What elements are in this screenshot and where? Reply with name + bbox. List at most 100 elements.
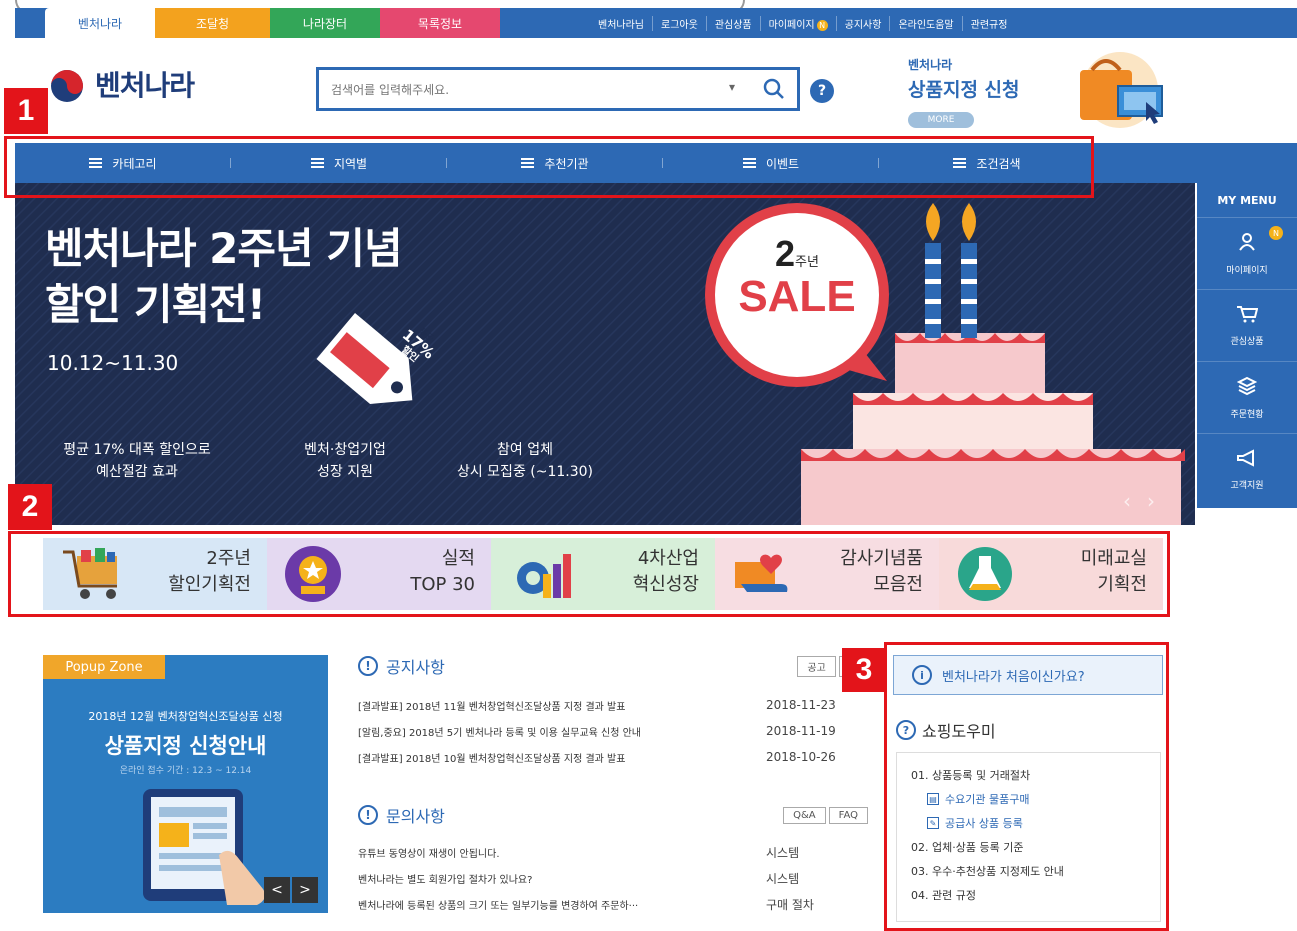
popup-subtitle: 2018년 12월 벤처창업혁신조달상품 신청 [88,710,283,723]
inquiry-row[interactable]: 유튜브 동영상이 재생이 안됩니다. 시스템 [358,839,868,865]
sale-years-unit: 주년 [795,255,819,270]
my-menu-wishlist[interactable]: 관심상품 [1197,289,1297,361]
online-help-link[interactable]: 온라인도움말 [889,15,961,31]
site-tabs: 벤처나라 조달청 나라장터 목록정보 [45,8,500,38]
new-badge: N [816,19,828,31]
banner-feature-1-line1: 평균 17% 대폭 할인으로 [63,442,211,458]
popup-period: 온라인 접수 기간 : 12.3 ~ 12.14 [119,766,252,776]
inquiry-row[interactable]: 벤처나라는 별도 회원가입 절차가 있나요? 시스템 [358,865,868,891]
notice-row[interactable]: [결과발표] 2018년 10월 벤처창업혁신조달상품 지정 결과 발표 201… [358,744,868,770]
regulations-link[interactable]: 관련규정 [961,15,1016,31]
banner-feature-2-line1: 벤처·창업기업 [304,442,386,458]
notice-row[interactable]: [결과발표] 2018년 11월 벤처창업혁신조달상품 지정 결과 발표 201… [358,692,868,718]
promo-more-button[interactable]: MORE [908,112,974,128]
site-tab-venture[interactable]: 벤처나라 [45,8,155,38]
annotation-box-3 [884,642,1169,931]
sale-years: 2 [775,233,796,274]
notice-row[interactable]: [알림,중요] 2018년 5기 벤처나라 등록 및 이용 실무교육 신청 안내… [358,718,868,744]
banner-next-button[interactable]: › [1147,489,1155,513]
inquiry-tab-faq[interactable]: FAQ [828,806,868,824]
banner-feature-2: 벤처·창업기업 성장 지원 [280,439,410,483]
my-menu-orders[interactable]: 주문현황 [1197,361,1297,433]
popup-next-button[interactable]: > [292,877,318,903]
banner-feature-3-line2: 상시 모집중 (~11.30) [456,464,594,480]
annotation-box-2 [8,531,1170,617]
inquiry-subject: 벤처나라에 등록된 상품의 크기 또는 일부기능를 변경하여 주문하··· [358,900,639,912]
my-menu-title: MY MENU [1217,193,1277,207]
banner-feature-1-line2: 예산절감 효과 [96,464,178,480]
alert-circle-icon: ! [358,805,378,825]
search-input[interactable] [331,80,711,100]
inquiry-tabs: Q&A FAQ [780,806,868,824]
search-box: ▾ [316,67,800,111]
logo-text: 벤처나라 [95,69,195,102]
mypage-link[interactable]: 마이페이지 N [759,15,836,31]
notice-title[interactable]: 공지사항 [386,654,445,678]
layers-icon [1236,376,1258,401]
inquiry-tab-qna[interactable]: Q&A [783,806,826,824]
promo-title: 상품지정 신청 [908,79,1020,101]
my-menu-mypage[interactable]: 마이페이지 N [1197,217,1297,289]
my-menu-mypage-label: 마이페이지 [1226,265,1268,276]
my-menu-orders-label: 주문현황 [1230,409,1264,420]
notice-date: 2018-10-26 [766,750,836,764]
notice-link[interactable]: 공지사항 [835,15,890,31]
inquiry-row[interactable]: 벤처나라에 등록된 상품의 크기 또는 일부기능를 변경하여 주문하··· 구매… [358,891,868,917]
popup-zone[interactable]: Popup Zone 2018년 12월 벤처창업혁신조달상품 신청 상품지정 … [43,655,328,913]
banner-feature-3-line1: 참여 업체 [497,442,553,458]
banner-prev-button[interactable]: ‹ [1123,489,1131,513]
banner-arrows: ‹ › [1123,489,1155,513]
annotation-number-1: 1 [4,88,48,134]
notice-subject: [결과발표] 2018년 11월 벤처창업혁신조달상품 지정 결과 발표 [358,701,626,713]
inquiry-category: 시스템 [766,845,800,860]
notice-board: ! 공지사항 공고 구 [결과발표] 2018년 11월 벤처창업혁신조달상품 … [358,654,868,770]
notice-date: 2018-11-23 [766,698,836,712]
notice-subject: [알림,중요] 2018년 5기 벤처나라 등록 및 이용 실무교육 신청 안내 [358,727,642,739]
banner-title: 벤처나라 2주년 기념 할인 기획전! [45,224,403,329]
hero-banner[interactable]: 벤처나라 2주년 기념 할인 기획전! 10.12~11.30 평균 17% 할… [15,183,1195,525]
annotation-number-2: 2 [8,484,52,530]
shopping-bag-illustration [1070,52,1170,132]
notice-date: 2018-11-19 [766,724,836,738]
popup-title: 상품지정 신청안내 [104,734,267,758]
annotation-box-1 [4,136,1094,198]
banner-date: 10.12~11.30 [47,351,179,375]
search-button[interactable] [759,75,789,103]
banner-feature-2-line2: 성장 지원 [317,464,373,480]
notice-tab-announcement[interactable]: 공고 [797,655,836,677]
my-menu-wishlist-label: 관심상품 [1230,336,1264,347]
inquiry-category: 구매 절차 [766,897,814,912]
inquiry-subject: 벤처나라는 별도 회원가입 절차가 있나요? [358,874,533,886]
site-tab-pps[interactable]: 조달청 [155,8,270,38]
my-menu: MY MENU 마이페이지 N 관심상품 주문현황 고객지원 [1197,183,1297,508]
inquiry-board: ! 문의사항 Q&A FAQ 유튜브 동영상이 재생이 안됩니다. 시스템 벤처… [358,803,868,917]
site-tab-koneps[interactable]: 나라장터 [270,8,380,38]
inquiry-header: ! 문의사항 Q&A FAQ [358,803,868,827]
annotation-number-3: 3 [842,648,886,692]
site-logo[interactable]: 벤처나라 [45,62,195,106]
search-help-button[interactable]: ? [810,79,834,103]
cart-icon [1236,305,1259,328]
megaphone-icon [1236,448,1258,472]
logout-link[interactable]: 로그아웃 [652,15,706,31]
inquiry-title[interactable]: 문의사항 [386,803,445,827]
user-name-link[interactable]: 벤처나라님 [590,16,652,31]
search-dropdown-caret[interactable]: ▾ [729,80,735,94]
banner-feature-1: 평균 17% 대폭 할인으로 예산절감 효과 [47,439,227,483]
sale-bubble: 2주년 SALE [727,233,867,319]
popup-nav: < > [262,877,318,903]
product-designation-promo[interactable]: 벤처나라 상품지정 신청 MORE [908,56,1020,128]
wishlist-link[interactable]: 관심상품 [705,15,760,31]
inquiry-category: 시스템 [766,871,800,886]
my-menu-support-label: 고객지원 [1230,480,1264,491]
my-menu-support[interactable]: 고객지원 [1197,433,1297,505]
site-tab-catalog[interactable]: 목록정보 [380,8,500,38]
notice-header: ! 공지사항 공고 구 [358,654,868,678]
top-bar: 벤처나라 조달청 나라장터 목록정보 벤처나라님 로그아웃 관심상품 마이페이지… [15,8,1297,38]
popup-zone-tag: Popup Zone [43,655,165,679]
search-icon [763,78,784,99]
new-badge: N [1269,226,1283,240]
popup-prev-button[interactable]: < [264,877,290,903]
promo-small-text: 벤처나라 [908,58,953,72]
sale-word: SALE [738,272,856,321]
